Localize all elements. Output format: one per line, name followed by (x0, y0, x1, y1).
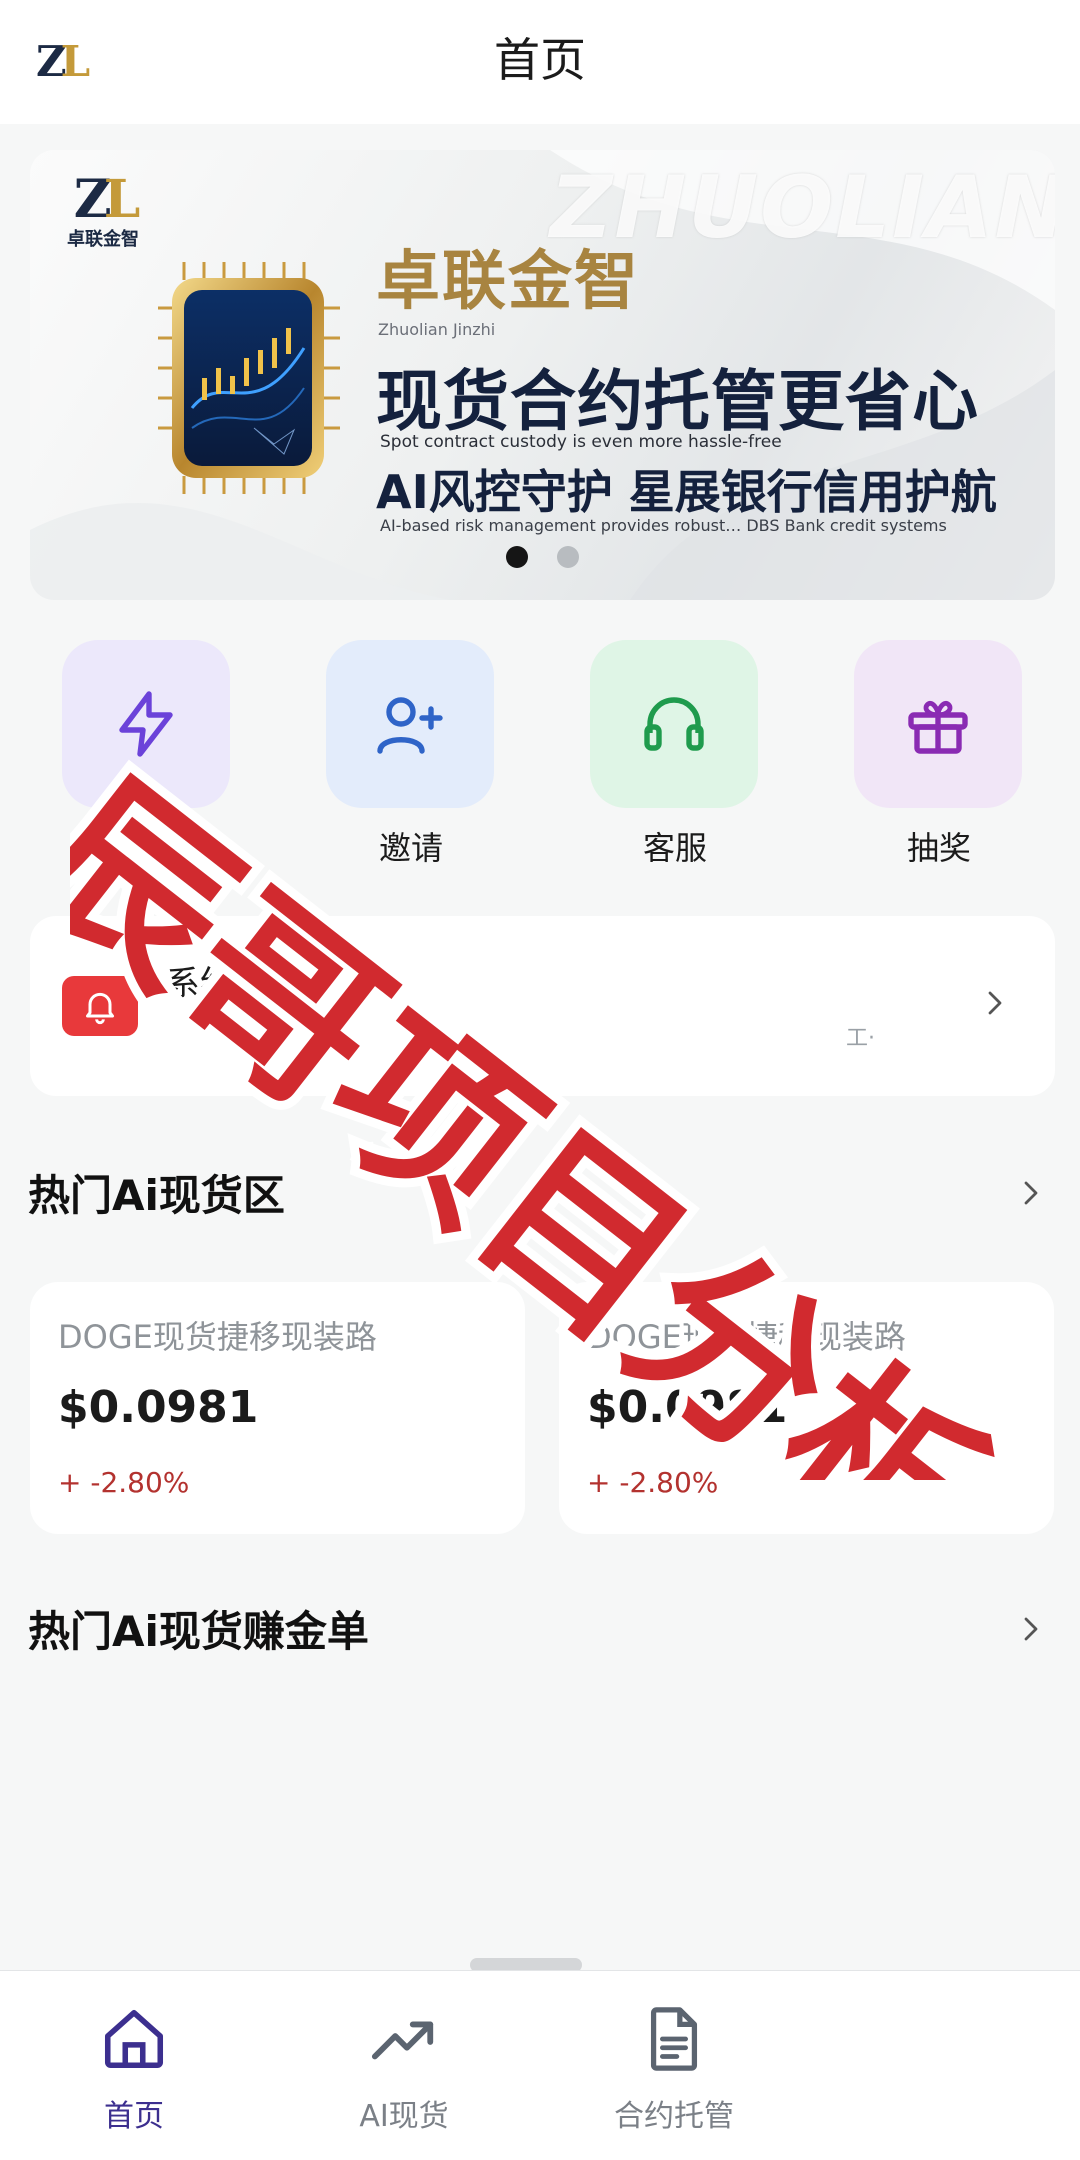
section-title-hot-spot: 热门Ai现货区 (28, 1171, 285, 1220)
action-lottery-label: 抽奖 (906, 829, 971, 867)
carousel-dot-2[interactable] (557, 546, 580, 568)
action-lottery[interactable]: 抽奖 (854, 640, 1024, 880)
action-lottery-tile[interactable] (854, 640, 1022, 808)
lightning-icon (119, 691, 173, 757)
bell-icon (86, 992, 114, 1025)
market-change: + -2.80% (587, 1466, 719, 1499)
system-notice-card[interactable]: 系统公告 工· (30, 916, 1055, 1096)
bottom-navigation: 首页 AI现货 合约托管 (0, 1970, 1080, 2160)
banner-brand-english: Zhuolian Jinzhi (378, 320, 496, 339)
headset-icon (644, 697, 704, 751)
banner-subheadline: AI风控守护 星展银行信用护航 (376, 465, 997, 519)
market-card-2[interactable]: DOGE现货捷移现装路 $0.0981 + -2.80% (559, 1282, 1054, 1534)
trend-up-icon (371, 2021, 434, 2060)
action-support[interactable]: 客服 (590, 640, 760, 880)
market-price: $0.0981 (58, 1382, 259, 1433)
market-name: DOGE现货捷移现装路 (587, 1318, 906, 1356)
market-change: + -2.80% (58, 1466, 190, 1499)
market-card-1[interactable]: DOGE现货捷移现装路 $0.0981 + -2.80% (30, 1282, 525, 1534)
action-invite-label: 邀请 (378, 829, 443, 867)
nav-item-home[interactable]: 首页 (24, 2001, 244, 2135)
ai-chip-illustration (158, 262, 340, 494)
carousel-dot-1[interactable] (505, 546, 528, 568)
home-icon (104, 2009, 164, 2069)
market-price: $0.0981 (587, 1382, 788, 1433)
banner-logo-mark: ZL (73, 169, 140, 230)
nav-label-ai-spot: AI现货 (359, 2099, 449, 2134)
nav-label-contract-custody: 合约托管 (614, 2099, 734, 2134)
section-title-hot-rank: 热门Ai现货赚金单 (28, 1607, 369, 1656)
market-name: DOGE现货捷移现装路 (58, 1318, 377, 1356)
banner-logo: ZL 卓联金智 (58, 172, 148, 252)
action-support-tile[interactable] (590, 640, 758, 808)
notice-bell-badge (62, 976, 138, 1036)
banner-headline: 现货合约托管更省心 (376, 363, 979, 440)
banner-brand-name: 卓联金智 (376, 245, 640, 319)
invite-user-icon (377, 697, 443, 754)
chevron-right-icon[interactable] (1016, 1176, 1046, 1210)
promo-banner[interactable]: ZHUOLIAN ZL 卓联金智 卓联金智 Zhuolian Jinzhi 现货… (30, 150, 1055, 600)
document-icon (650, 2007, 698, 2071)
gift-icon (908, 700, 968, 754)
chevron-right-icon[interactable] (1016, 1612, 1046, 1646)
action-recharge-label: 充值 (114, 829, 179, 867)
action-support-label: 客服 (642, 829, 707, 867)
banner-logo-text: 卓联金智 (67, 229, 139, 250)
nav-item-contract-custody[interactable]: 合约托管 (564, 2001, 784, 2135)
chevron-right-icon[interactable] (980, 988, 1010, 1018)
carousel-indicator (30, 546, 1055, 572)
action-recharge[interactable]: 充值 (62, 640, 232, 880)
page-title: 首页 (494, 33, 586, 87)
banner-headline-english: Spot contract custody is even more hassl… (380, 432, 782, 452)
action-invite-tile[interactable] (326, 640, 494, 808)
top-bar: ZL 首页 (0, 0, 1080, 124)
action-invite[interactable]: 邀请 (326, 640, 496, 880)
quick-actions: 充值 邀请 客服 抽奖 (0, 640, 1080, 880)
banner-subheadline-english: AI-based risk management provides robust… (380, 516, 947, 535)
nav-label-home: 首页 (104, 2099, 164, 2134)
notice-body: 工· (846, 1026, 875, 1051)
notice-title: 系统公告 (166, 964, 302, 1004)
action-recharge-tile[interactable] (62, 640, 230, 808)
nav-item-ai-spot[interactable]: AI现货 (294, 2001, 514, 2135)
